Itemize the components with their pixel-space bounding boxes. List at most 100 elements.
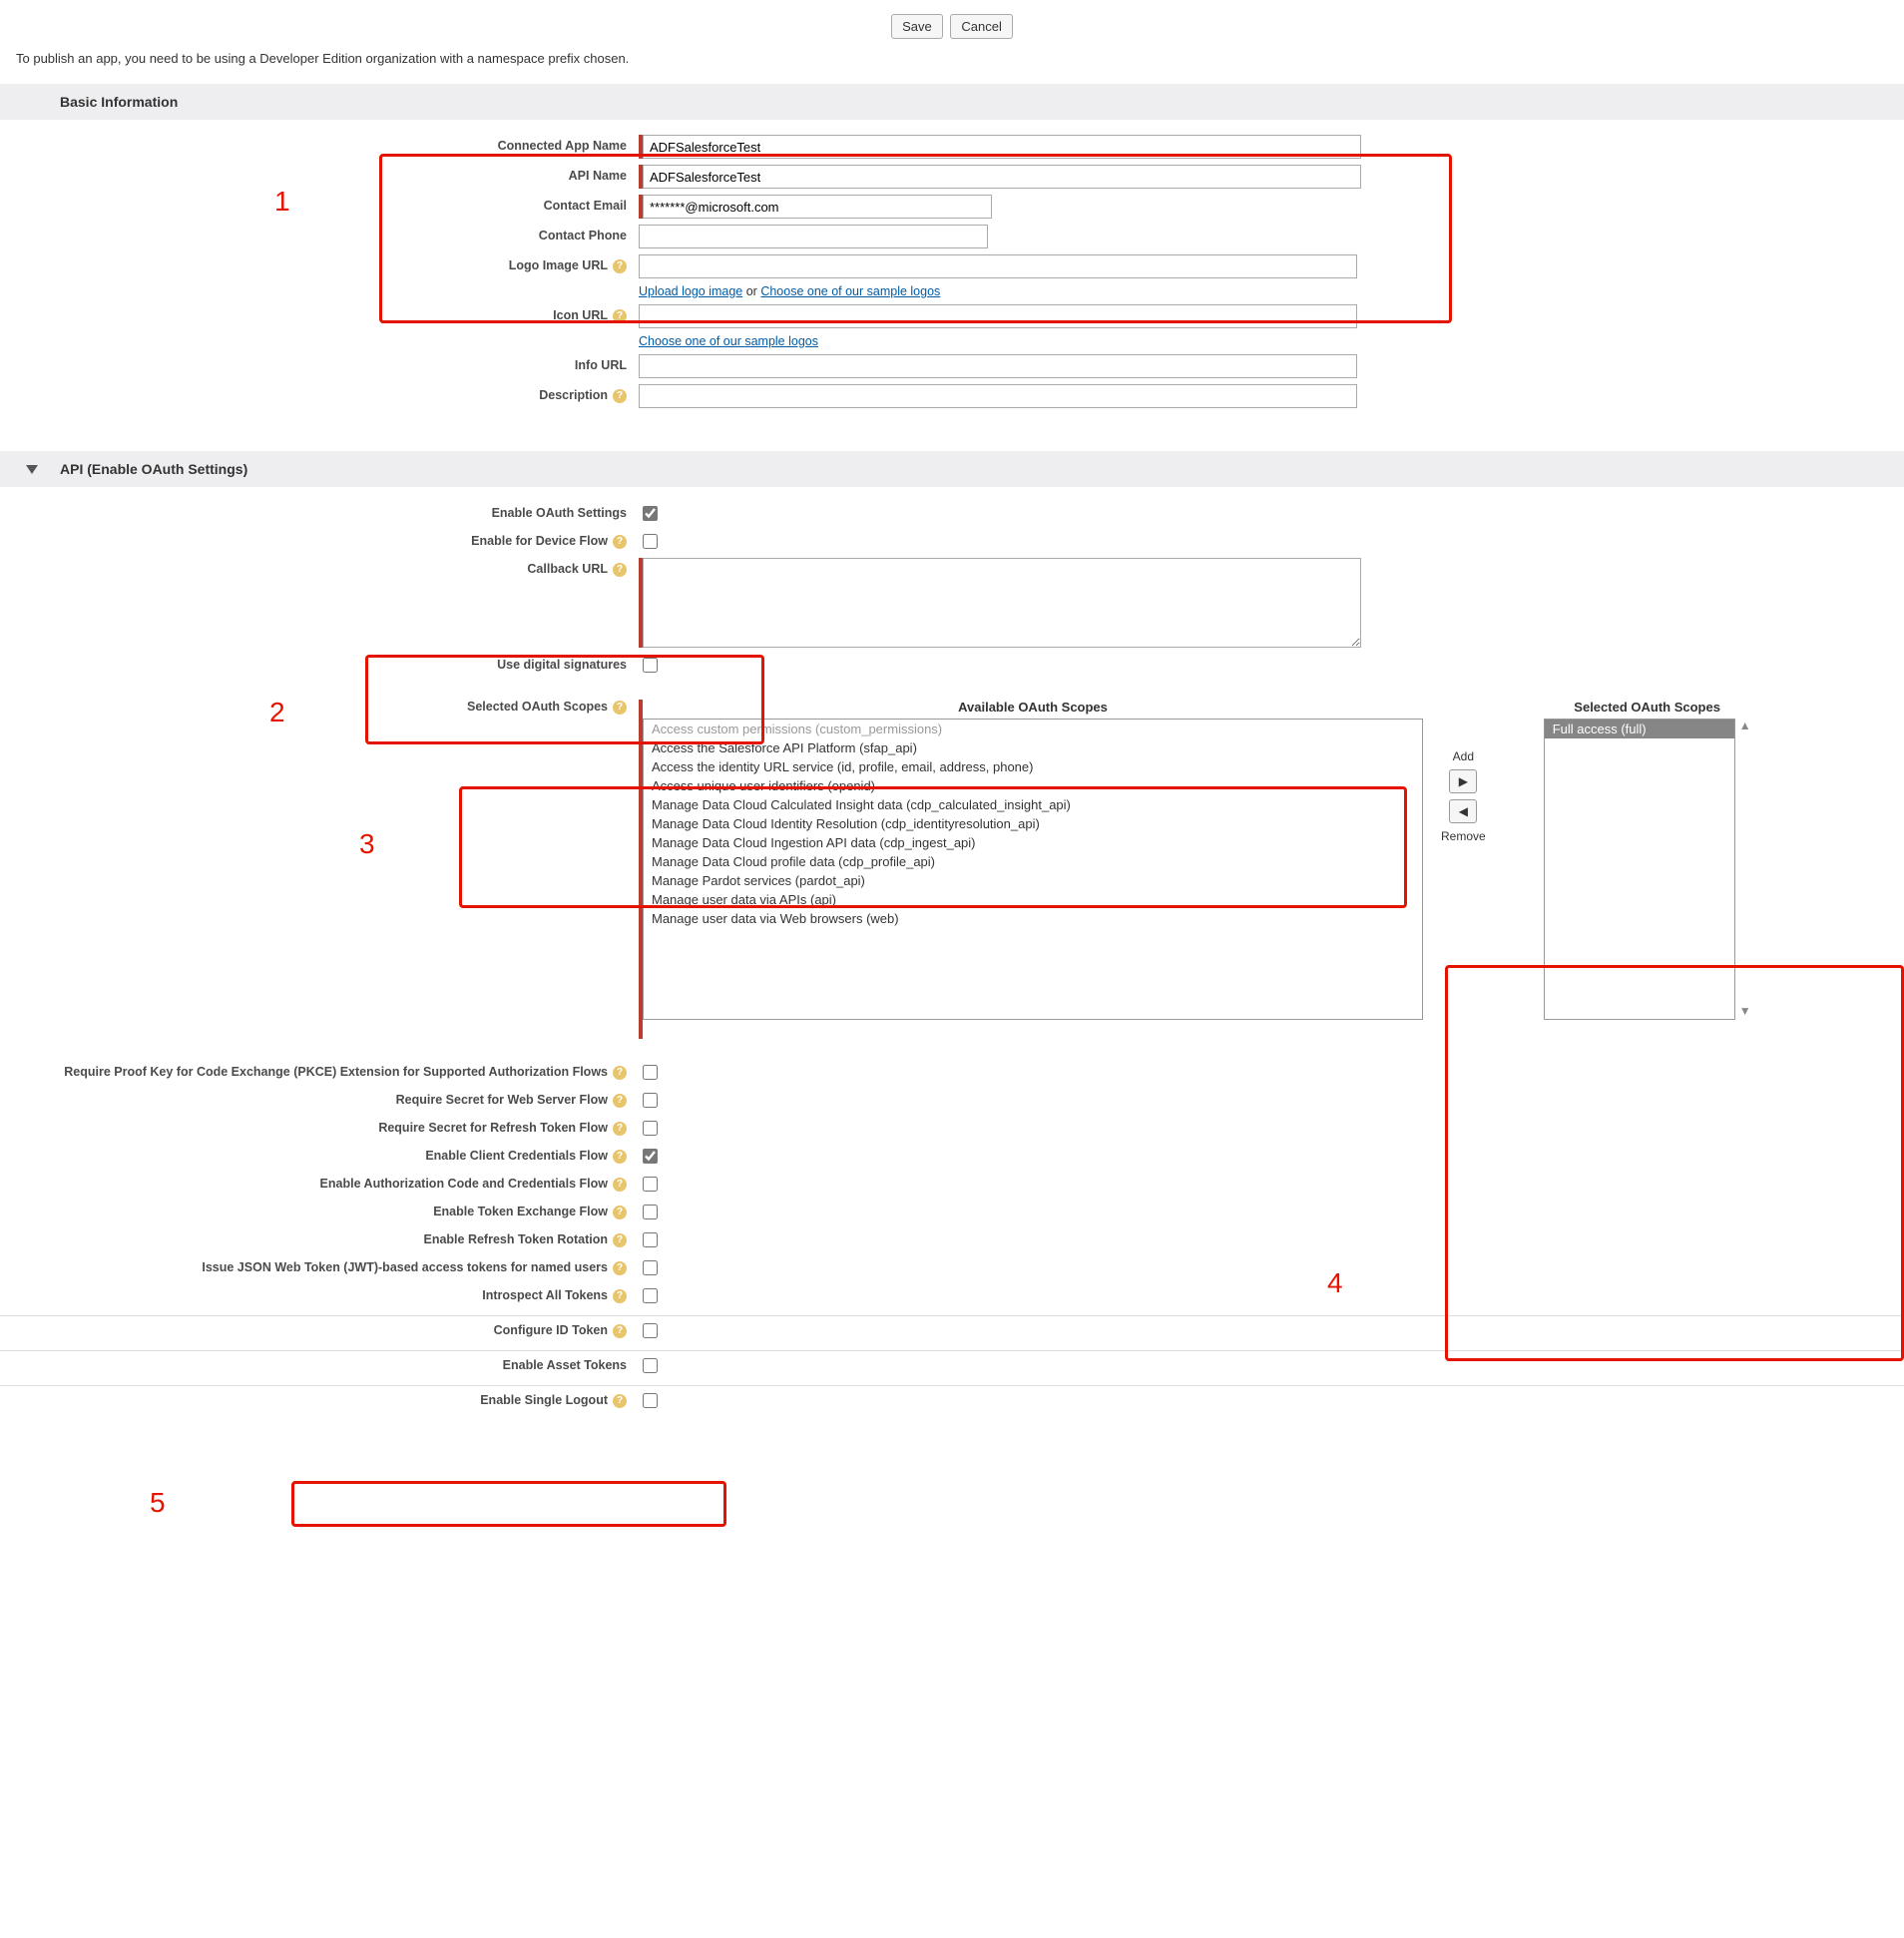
- link-choose-sample-logo[interactable]: Choose one of our sample logos: [760, 284, 940, 298]
- annotation-number-1: 1: [274, 186, 290, 218]
- selected-scope-item[interactable]: Full access (full): [1545, 720, 1734, 738]
- annotation-box-5: [291, 1481, 726, 1527]
- label-client-creds: Enable Client Credentials Flow?: [0, 1145, 639, 1164]
- help-icon[interactable]: ?: [613, 1324, 627, 1338]
- remove-button[interactable]: ◀: [1449, 799, 1477, 823]
- checkbox-single-logout[interactable]: [643, 1393, 658, 1408]
- available-scope-item[interactable]: Access unique user identifiers (openid): [644, 776, 1422, 795]
- label-device-flow: Enable for Device Flow?: [0, 530, 639, 549]
- scroll-up-icon: ▲: [1739, 719, 1751, 732]
- available-scope-item[interactable]: Manage Data Cloud Ingestion API data (cd…: [644, 833, 1422, 852]
- label-token-exchange: Enable Token Exchange Flow?: [0, 1201, 639, 1219]
- help-icon[interactable]: ?: [613, 563, 627, 577]
- section-api-label: API (Enable OAuth Settings): [60, 461, 247, 477]
- label-pkce: Require Proof Key for Code Exchange (PKC…: [0, 1061, 639, 1080]
- intro-text: To publish an app, you need to be using …: [0, 43, 1904, 80]
- label-description: Description?: [0, 384, 639, 403]
- help-icon[interactable]: ?: [613, 1150, 627, 1164]
- label-introspect: Introspect All Tokens?: [0, 1284, 639, 1303]
- label-single-logout: Enable Single Logout?: [0, 1389, 639, 1408]
- listbox-available-scopes[interactable]: Access custom permissions (custom_permis…: [643, 719, 1423, 1020]
- textarea-callback-url[interactable]: [643, 558, 1361, 648]
- label-contact-email: Contact Email: [0, 195, 639, 213]
- available-scope-item[interactable]: Manage user data via Web browsers (web): [644, 909, 1422, 928]
- checkbox-client-credentials[interactable]: [643, 1149, 658, 1164]
- input-info-url[interactable]: [639, 354, 1357, 378]
- input-icon-url[interactable]: [639, 304, 1357, 328]
- scroll-down-icon: ▼: [1739, 1004, 1751, 1018]
- label-icon-url: Icon URL?: [0, 304, 639, 323]
- help-icon[interactable]: ?: [613, 1394, 627, 1408]
- checkbox-enable-oauth[interactable]: [643, 506, 658, 521]
- help-icon[interactable]: ?: [613, 1094, 627, 1108]
- available-scope-item[interactable]: Manage Pardot services (pardot_api): [644, 871, 1422, 890]
- label-enable-oauth: Enable OAuth Settings: [0, 502, 639, 520]
- input-logo-url[interactable]: [639, 254, 1357, 278]
- input-api-name[interactable]: [643, 165, 1361, 189]
- checkbox-introspect[interactable]: [643, 1288, 658, 1303]
- link-upload-logo[interactable]: Upload logo image: [639, 284, 742, 298]
- label-api-name: API Name: [0, 165, 639, 183]
- label-digital-signatures: Use digital signatures: [0, 654, 639, 672]
- checkbox-pkce[interactable]: [643, 1065, 658, 1080]
- label-jwt: Issue JSON Web Token (JWT)-based access …: [0, 1256, 639, 1275]
- help-icon[interactable]: ?: [613, 535, 627, 549]
- available-scope-item[interactable]: Manage Data Cloud Identity Resolution (c…: [644, 814, 1422, 833]
- input-description[interactable]: [639, 384, 1357, 408]
- help-icon[interactable]: ?: [613, 389, 627, 403]
- checkbox-device-flow[interactable]: [643, 534, 658, 549]
- input-contact-email[interactable]: [643, 195, 992, 219]
- checkbox-refresh-rotation[interactable]: [643, 1232, 658, 1247]
- cancel-button[interactable]: Cancel: [950, 14, 1012, 39]
- input-contact-phone[interactable]: [639, 225, 988, 248]
- help-icon[interactable]: ?: [613, 701, 627, 715]
- label-selected-scopes: Selected OAuth Scopes?: [0, 700, 639, 715]
- add-button[interactable]: ▶: [1449, 769, 1477, 793]
- save-button[interactable]: Save: [891, 14, 943, 39]
- help-icon[interactable]: ?: [613, 1178, 627, 1192]
- link-choose-sample-icon[interactable]: Choose one of our sample logos: [639, 334, 818, 348]
- available-scope-item[interactable]: Access the identity URL service (id, pro…: [644, 757, 1422, 776]
- label-contact-phone: Contact Phone: [0, 225, 639, 242]
- caret-down-icon: [26, 465, 38, 474]
- label-secret-refresh: Require Secret for Refresh Token Flow?: [0, 1117, 639, 1136]
- remove-label: Remove: [1441, 829, 1486, 843]
- available-scopes-title: Available OAuth Scopes: [643, 700, 1423, 719]
- checkbox-secret-refresh[interactable]: [643, 1121, 658, 1136]
- help-icon[interactable]: ?: [613, 1206, 627, 1219]
- input-connected-app-name[interactable]: [643, 135, 1361, 159]
- checkbox-jwt[interactable]: [643, 1260, 658, 1275]
- annotation-number-4: 4: [1327, 1267, 1343, 1299]
- label-secret-web: Require Secret for Web Server Flow?: [0, 1089, 639, 1108]
- available-scope-item[interactable]: Manage Data Cloud profile data (cdp_prof…: [644, 852, 1422, 871]
- checkbox-secret-web[interactable]: [643, 1093, 658, 1108]
- help-icon[interactable]: ?: [613, 259, 627, 273]
- label-logo-url: Logo Image URL?: [0, 254, 639, 273]
- label-info-url: Info URL: [0, 354, 639, 372]
- help-icon[interactable]: ?: [613, 1289, 627, 1303]
- label-connected-app-name: Connected App Name: [0, 135, 639, 153]
- help-icon[interactable]: ?: [613, 1066, 627, 1080]
- annotation-number-2: 2: [269, 697, 285, 728]
- help-icon[interactable]: ?: [613, 1261, 627, 1275]
- checkbox-authcode-creds[interactable]: [643, 1177, 658, 1192]
- checkbox-asset-tokens[interactable]: [643, 1358, 658, 1373]
- or-text: or: [742, 284, 760, 298]
- annotation-number-5: 5: [150, 1487, 166, 1519]
- section-api[interactable]: API (Enable OAuth Settings): [0, 451, 1904, 487]
- checkbox-digital-signatures[interactable]: [643, 658, 658, 673]
- label-callback-url: Callback URL?: [0, 558, 639, 577]
- help-icon[interactable]: ?: [613, 1233, 627, 1247]
- help-icon[interactable]: ?: [613, 309, 627, 323]
- available-scope-item[interactable]: Access the Salesforce API Platform (sfap…: [644, 738, 1422, 757]
- add-label: Add: [1453, 749, 1474, 763]
- checkbox-id-token[interactable]: [643, 1323, 658, 1338]
- help-icon[interactable]: ?: [613, 1122, 627, 1136]
- available-scope-item[interactable]: Manage user data via APIs (api): [644, 890, 1422, 909]
- available-scope-item[interactable]: Access custom permissions (custom_permis…: [644, 720, 1422, 738]
- listbox-selected-scopes[interactable]: Full access (full): [1544, 719, 1735, 1020]
- checkbox-token-exchange[interactable]: [643, 1205, 658, 1219]
- label-asset-tokens: Enable Asset Tokens: [0, 1354, 639, 1372]
- available-scope-item[interactable]: Manage Data Cloud Calculated Insight dat…: [644, 795, 1422, 814]
- label-id-token: Configure ID Token?: [0, 1319, 639, 1338]
